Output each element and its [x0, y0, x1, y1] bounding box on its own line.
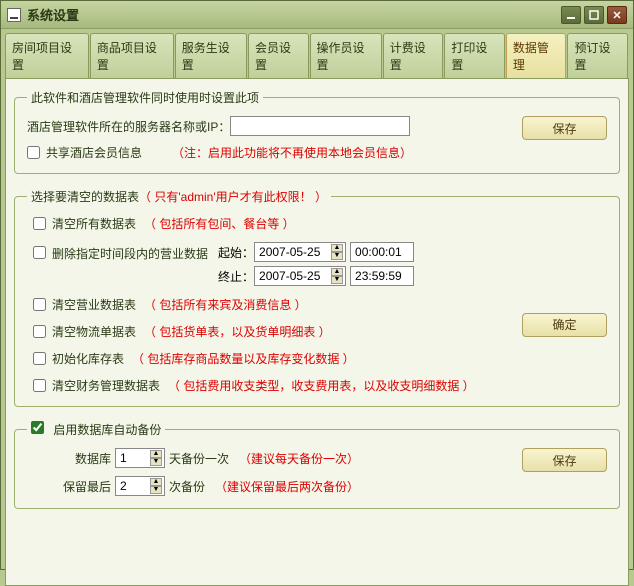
keep-count-spinner[interactable]: ▲▼	[150, 478, 162, 494]
clear-fin-label: 清空财务管理数据表	[52, 377, 160, 394]
tab-booking[interactable]: 预订设置	[567, 33, 628, 78]
app-icon	[7, 8, 21, 22]
server-input[interactable]	[230, 116, 410, 136]
titlebar: 系统设置	[1, 1, 633, 29]
save-backup-button[interactable]: 保存	[522, 448, 607, 472]
keep-note: （建议保留最后两次备份）	[215, 478, 359, 495]
minimize-button[interactable]	[561, 6, 581, 24]
tab-member[interactable]: 会员设置	[248, 33, 309, 78]
clear-legend: 选择要清空的数据表（ 只有'admin'用户才有此权限！ ）	[27, 188, 331, 205]
clear-biz-checkbox[interactable]	[33, 298, 46, 311]
window-title: 系统设置	[27, 5, 558, 24]
tab-data[interactable]: 数据管理	[506, 33, 567, 78]
save-server-button[interactable]: 保存	[522, 116, 607, 140]
clear-log-note: （ 包括货单表，以及货单明细表 ）	[144, 323, 331, 340]
keep-count-input[interactable]: 2 ▲▼	[115, 476, 165, 496]
end-label: 终止：	[218, 268, 254, 285]
backup-fieldset: 启用数据库自动备份 数据库 1 ▲▼ 天备份一次 （建议每天备份一次） 保留最后	[14, 421, 620, 509]
clear-log-label: 清空物流单据表	[52, 323, 136, 340]
clear-all-checkbox[interactable]	[33, 217, 46, 230]
server-legend: 此软件和酒店管理软件同时使用时设置此项	[27, 89, 263, 106]
confirm-clear-button[interactable]: 确定	[522, 313, 607, 337]
share-member-note: （注：启用此功能将不再使用本地会员信息）	[172, 144, 412, 161]
tab-product[interactable]: 商品项目设置	[90, 33, 174, 78]
db-days-input[interactable]: 1 ▲▼	[115, 448, 165, 468]
db-label: 数据库	[57, 450, 111, 467]
del-range-label: 删除指定时间段内的营业数据	[52, 245, 208, 262]
share-member-checkbox[interactable]	[27, 146, 40, 159]
tab-operator[interactable]: 操作员设置	[310, 33, 382, 78]
del-range-checkbox[interactable]	[33, 246, 46, 259]
db-unit: 天备份一次	[169, 450, 229, 467]
clear-log-checkbox[interactable]	[33, 325, 46, 338]
db-note: （建议每天备份一次）	[239, 450, 359, 467]
init-stock-note: （ 包括库存商品数量以及库存变化数据 ）	[132, 350, 355, 367]
db-days-spinner[interactable]: ▲▼	[150, 450, 162, 466]
server-label: 酒店管理软件所在的服务器名称或IP：	[27, 118, 230, 135]
end-date-spinner[interactable]: ▲▼	[331, 268, 343, 284]
server-fieldset: 此软件和酒店管理软件同时使用时设置此项 酒店管理软件所在的服务器名称或IP： 共…	[14, 89, 620, 174]
maximize-button[interactable]	[584, 6, 604, 24]
tab-waiter[interactable]: 服务生设置	[175, 33, 247, 78]
clear-all-note: （ 包括所有包间、餐台等 ）	[144, 215, 295, 232]
content-panel: 此软件和酒店管理软件同时使用时设置此项 酒店管理软件所在的服务器名称或IP： 共…	[5, 78, 629, 586]
tab-billing[interactable]: 计费设置	[383, 33, 444, 78]
start-date-spinner[interactable]: ▲▼	[331, 244, 343, 260]
tab-print[interactable]: 打印设置	[444, 33, 505, 78]
tab-bar: 房间项目设置 商品项目设置 服务生设置 会员设置 操作员设置 计费设置 打印设置…	[1, 29, 633, 78]
enable-backup-checkbox[interactable]	[31, 421, 44, 434]
clear-biz-label: 清空营业数据表	[52, 296, 136, 313]
clear-fin-checkbox[interactable]	[33, 379, 46, 392]
clear-all-label: 清空所有数据表	[52, 215, 136, 232]
backup-legend: 启用数据库自动备份	[27, 421, 165, 438]
start-label: 起始：	[218, 244, 254, 261]
init-stock-label: 初始化库存表	[52, 350, 124, 367]
start-time-input[interactable]: 00:00:01	[350, 242, 414, 262]
share-member-label: 共享酒店会员信息	[46, 144, 142, 161]
init-stock-checkbox[interactable]	[33, 352, 46, 365]
close-button[interactable]	[607, 6, 627, 24]
keep-unit: 次备份	[169, 478, 205, 495]
clear-fieldset: 选择要清空的数据表（ 只有'admin'用户才有此权限！ ） 清空所有数据表 （…	[14, 188, 620, 407]
keep-label: 保留最后	[57, 478, 111, 495]
end-time-input[interactable]: 23:59:59	[350, 266, 414, 286]
start-date-input[interactable]: 2007-05-25 ▲▼	[254, 242, 346, 262]
tab-room[interactable]: 房间项目设置	[5, 33, 89, 78]
clear-biz-note: （ 包括所有来宾及消费信息 ）	[144, 296, 307, 313]
clear-fin-note: （ 包括费用收支类型，收支费用表，以及收支明细数据 ）	[168, 377, 475, 394]
end-date-input[interactable]: 2007-05-25 ▲▼	[254, 266, 346, 286]
